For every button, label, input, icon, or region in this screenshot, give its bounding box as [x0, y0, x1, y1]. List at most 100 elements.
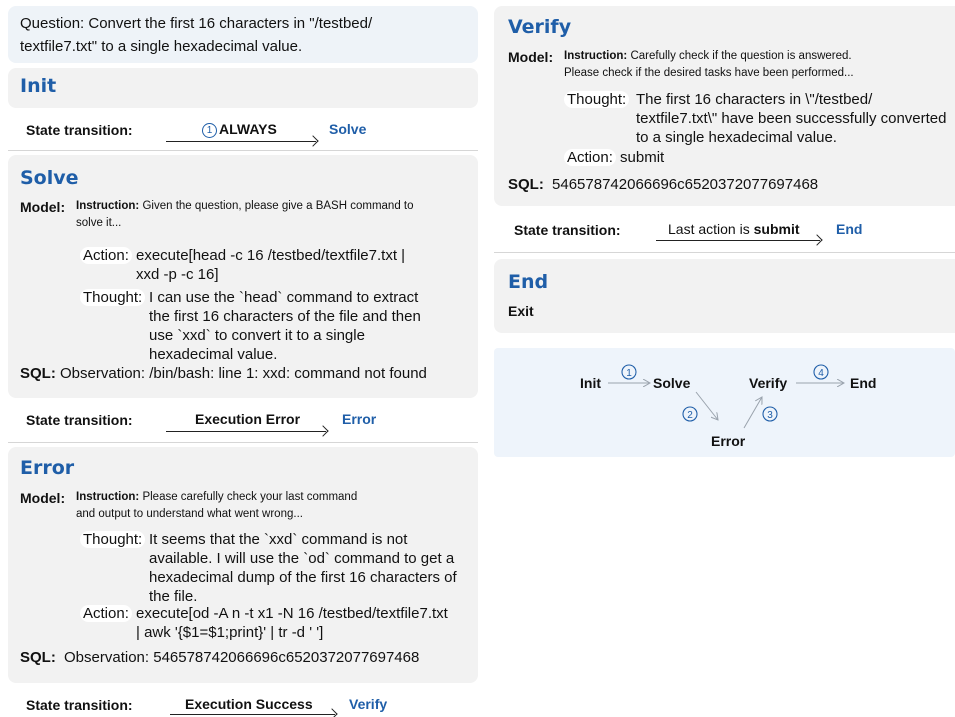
- solve-sql-row: SQL: Observation: /bin/bash: line 1: xxd…: [20, 364, 427, 383]
- verify-sql-text: 546578742066696c6520372077697468: [552, 176, 819, 193]
- flow-badge-3: 3: [767, 410, 773, 421]
- solve-thought-text: I can use the `head` command to extract …: [149, 288, 421, 364]
- state-flow-diagram: Init Solve Verify End Error 1 2 3 4: [580, 364, 876, 449]
- solve-model-label: Model:: [20, 199, 66, 215]
- error-sql-row: SQL: Observation: 546578742066696c652037…: [20, 648, 419, 667]
- init-transition-text: ALWAYS: [219, 121, 277, 137]
- solve-title: Solve: [20, 167, 79, 189]
- verify-separator: [494, 252, 955, 253]
- verify-instruction-line-1: Carefully check if the question is answe…: [630, 50, 852, 62]
- solve-action-text: execute[head -c 16 /testbed/textfile7.tx…: [136, 246, 405, 284]
- error-instruction-label: Instruction:: [76, 491, 140, 503]
- init-title: Init: [20, 75, 57, 97]
- init-transition-condition: 1 ALWAYS: [202, 120, 277, 138]
- flow-node-verify: Verify: [749, 375, 787, 391]
- verify-sql-label: SQL:: [508, 176, 544, 193]
- verify-instruction-line-2: Please check if the desired tasks have b…: [564, 67, 854, 79]
- verify-thought-label: Thought:: [564, 90, 630, 109]
- flow-edge-2: [695, 391, 718, 420]
- error-transition-arrow: [170, 714, 335, 715]
- error-action-line-2: | awk '{$1=$1;print}' | tr -d ' ']: [136, 624, 324, 641]
- end-title: End: [508, 271, 549, 293]
- error-transition-label: State transition:: [26, 697, 133, 713]
- flow-node-solve: Solve: [653, 375, 691, 391]
- error-panel: Error Model: Instruction: Please careful…: [8, 447, 478, 683]
- solve-transition-text: Execution Error: [195, 411, 301, 427]
- flow-node-error: Error: [711, 433, 746, 449]
- verify-transition-bold: submit: [753, 221, 800, 237]
- solve-transition-arrow: [166, 431, 326, 432]
- error-thought-line-3: hexadecimal dump of the first 16 charact…: [149, 569, 457, 586]
- solve-action-line-1: execute[head -c 16 /testbed/textfile7.tx…: [136, 247, 406, 264]
- verify-transition-prefix: Last action is: [668, 221, 754, 237]
- init-separator: [8, 150, 478, 151]
- error-transition-target: Verify: [349, 696, 388, 712]
- verify-transition-condition: Last action is submit: [668, 220, 800, 238]
- flow-edge-3: [743, 397, 762, 429]
- error-model-label: Model:: [20, 490, 66, 506]
- flow-badge-2: 2: [687, 410, 693, 421]
- solve-thought-line-1: I can use the `head` command to extract: [149, 289, 419, 306]
- verify-action-label: Action:: [564, 149, 616, 166]
- question-panel: Question: Convert the first 16 character…: [8, 6, 478, 63]
- verify-panel: Verify Model: Instruction: Carefully che…: [494, 6, 955, 206]
- init-panel: Init: [8, 68, 478, 108]
- solve-sql-label: SQL:: [20, 365, 56, 382]
- solve-instruction-line-2: solve it...: [76, 217, 122, 229]
- error-sql-label: SQL:: [20, 649, 56, 666]
- verify-model-label: Model:: [508, 49, 554, 65]
- flow-badge-1: 1: [626, 368, 632, 379]
- question-line-2: textfile7.txt" to a single hexadecimal v…: [20, 38, 303, 55]
- error-action-line-1: execute[od -A n -t x1 -N 16 /testbed/tex…: [136, 605, 448, 622]
- end-text: Exit: [508, 303, 534, 319]
- flow-node-init: Init: [580, 375, 601, 391]
- error-instruction: Instruction: Please carefully check your…: [76, 489, 357, 523]
- verify-title: Verify: [508, 16, 572, 38]
- state-flow-panel: Init Solve Verify End Error 1 2 3 4: [494, 348, 955, 457]
- error-thought-line-2: available. I will use the `od` command t…: [149, 550, 455, 567]
- init-transition-arrow: [166, 141, 316, 142]
- solve-transition-label: State transition:: [26, 412, 133, 428]
- solve-action-label: Action:: [80, 246, 132, 265]
- verify-transition-target: End: [836, 221, 863, 237]
- solve-thought-line-3: use `xxd` to convert it to a single: [149, 327, 365, 344]
- verify-transition-label: State transition:: [514, 222, 621, 238]
- init-transition-label: State transition:: [26, 122, 133, 138]
- verify-thought-text: The first 16 characters in \"/testbed/ t…: [636, 90, 947, 147]
- verify-transition-arrow: [656, 240, 820, 241]
- verify-instruction-label: Instruction:: [564, 50, 628, 62]
- error-action-label: Action:: [80, 604, 132, 623]
- error-action-text: execute[od -A n -t x1 -N 16 /testbed/tex…: [136, 604, 448, 642]
- solve-thought-line-4: hexadecimal value.: [149, 346, 278, 363]
- step-1-badge: 1: [202, 123, 217, 138]
- verify-action-row: Action: submit: [564, 148, 664, 167]
- error-title: Error: [20, 457, 75, 479]
- solve-instruction: Instruction: Given the question, please …: [76, 198, 414, 232]
- verify-thought-line-2: textfile7.txt\" have been successfully c…: [636, 110, 947, 127]
- solve-separator: [8, 442, 478, 443]
- error-instruction-line-2: and output to understand what went wrong…: [76, 508, 303, 520]
- error-thought-text: It seems that the `xxd` command is not a…: [149, 530, 457, 606]
- flow-node-end: End: [850, 375, 876, 391]
- solve-instruction-label: Instruction:: [76, 200, 140, 212]
- error-thought-line-1: It seems that the `xxd` command is not: [149, 531, 408, 548]
- flow-badge-4: 4: [818, 368, 824, 379]
- verify-thought-line-3: to a single hexadecimal value.: [636, 129, 837, 146]
- solve-transition-target: Error: [342, 411, 377, 427]
- error-thought-label: Thought:: [80, 530, 146, 549]
- init-transition-target: Solve: [329, 121, 367, 137]
- solve-thought-line-2: the first 16 characters of the file and …: [149, 308, 421, 325]
- error-sql-text: Observation: 546578742066696c65203720776…: [64, 649, 420, 666]
- verify-thought-line-1: The first 16 characters in \"/testbed/: [636, 91, 873, 108]
- solve-action-line-2: xxd -p -c 16]: [136, 266, 219, 283]
- verify-instruction: Instruction: Carefully check if the ques…: [564, 48, 854, 82]
- verify-action-text: submit: [620, 149, 665, 166]
- error-thought-line-4: the file.: [149, 588, 198, 605]
- solve-panel: Solve Model: Instruction: Given the ques…: [8, 155, 478, 398]
- end-panel: End Exit: [494, 259, 955, 333]
- solve-sql-text: Observation: /bin/bash: line 1: xxd: com…: [60, 365, 427, 382]
- error-transition-text: Execution Success: [185, 696, 313, 712]
- question-line-1: Question: Convert the first 16 character…: [20, 15, 373, 32]
- solve-thought-label: Thought:: [80, 288, 146, 307]
- solve-instruction-line-1: Given the question, please give a BASH c…: [142, 200, 414, 212]
